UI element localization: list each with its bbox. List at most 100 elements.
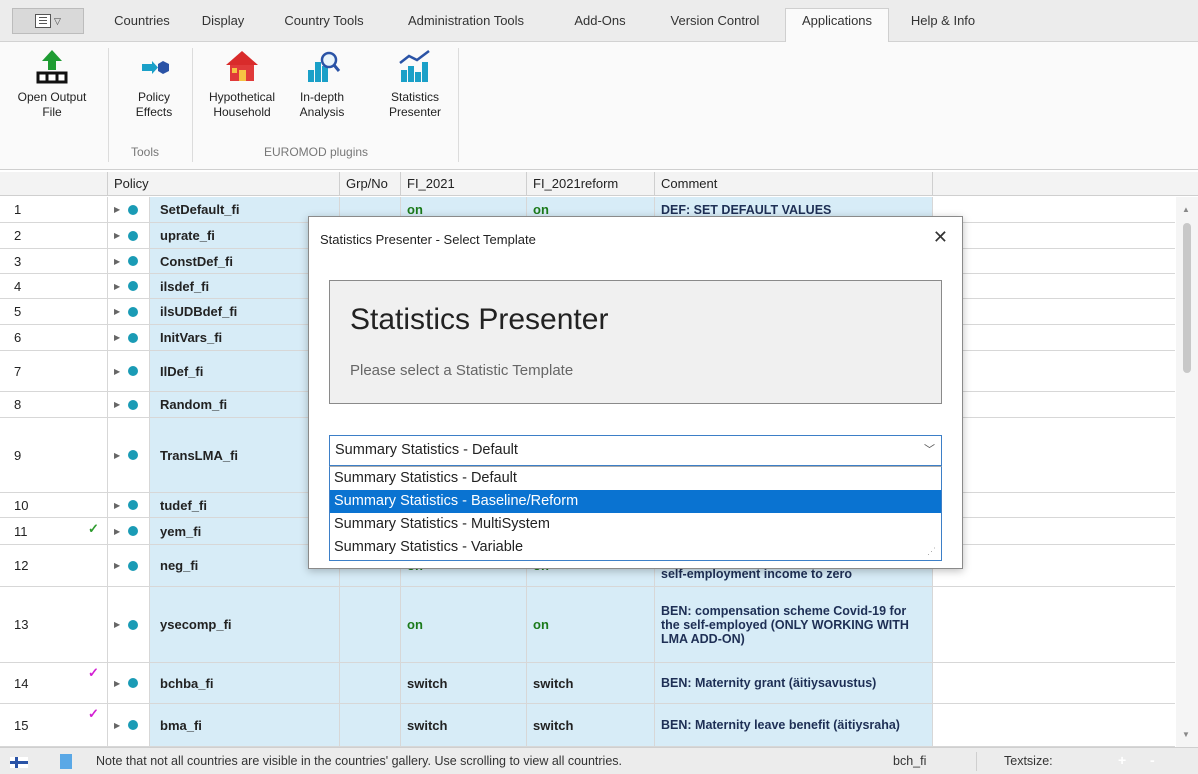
row-expander[interactable]: ▶ xyxy=(108,545,150,586)
grp-no-cell[interactable] xyxy=(340,587,401,662)
document-icon[interactable] xyxy=(60,754,72,769)
template-select-value: Summary Statistics - Default xyxy=(335,442,518,458)
row-expander[interactable]: ▶ xyxy=(108,274,150,298)
fi-2021-reform-cell[interactable]: switch xyxy=(527,663,655,703)
tab-administration-tools[interactable]: Administration Tools xyxy=(386,10,546,42)
chevron-right-icon: ▶ xyxy=(114,500,121,510)
fi-2021-cell[interactable]: switch xyxy=(401,704,527,746)
header-policy[interactable]: Policy xyxy=(108,172,340,196)
app-menu-button[interactable]: ▽ xyxy=(12,8,84,34)
template-option[interactable]: Summary Statistics - Default xyxy=(330,467,941,490)
header-row-number xyxy=(0,172,108,196)
grp-no-cell[interactable] xyxy=(340,704,401,746)
textsize-decrease-button[interactable]: - xyxy=(1150,752,1155,768)
template-option[interactable]: Summary Statistics - Baseline/Reform xyxy=(330,490,941,513)
row-expander[interactable]: ▶ xyxy=(108,325,150,350)
ribbon: Open Output File Policy Effects Tools Hy… xyxy=(0,42,1198,170)
header-grp-no[interactable]: Grp/No xyxy=(340,172,401,196)
row-expander[interactable]: ▶ xyxy=(108,493,150,517)
textsize-increase-button[interactable]: + xyxy=(1118,752,1126,768)
group-label-euromod-plugins: EUROMOD plugins xyxy=(264,145,369,159)
comment-cell[interactable]: BEN: Maternity leave benefit (äitiysraha… xyxy=(655,704,933,746)
row-expander[interactable]: ▶ xyxy=(108,351,150,391)
chevron-right-icon: ▶ xyxy=(114,366,121,376)
header-fi-2021-reform[interactable]: FI_2021reform xyxy=(527,172,655,196)
row-expander[interactable]: ▶ xyxy=(108,299,150,324)
policy-status-dot-icon xyxy=(128,332,139,343)
table-row[interactable]: 15 ✓ ▶ bma_fi switch switch BEN: Materni… xyxy=(0,704,1175,747)
table-row[interactable]: 14 ✓ ▶ bchba_fi switch switch BEN: Mater… xyxy=(0,663,1175,704)
scroll-down-icon[interactable]: ▼ xyxy=(1182,730,1190,739)
in-depth-analysis-label: In-depth Analysis xyxy=(299,90,345,119)
row-expander[interactable]: ▶ xyxy=(108,392,150,417)
finland-flag-icon[interactable] xyxy=(10,757,28,768)
row-expander[interactable]: ▶ xyxy=(108,249,150,273)
policy-name[interactable]: ysecomp_fi xyxy=(150,587,340,662)
policy-status-dot-icon xyxy=(128,230,139,241)
chevron-right-icon: ▶ xyxy=(114,256,121,266)
policy-status-dot-icon xyxy=(128,678,139,688)
vertical-scrollbar[interactable]: ▲ ▼ xyxy=(1176,197,1198,747)
chevron-down-icon[interactable]: ﹀ xyxy=(924,436,935,465)
template-select[interactable]: Summary Statistics - Default ﹀ xyxy=(329,435,942,466)
scroll-up-icon[interactable]: ▲ xyxy=(1182,205,1190,214)
chevron-right-icon: ▶ xyxy=(114,333,121,342)
policy-status-dot-icon xyxy=(128,526,139,536)
fi-2021-reform-cell[interactable]: switch xyxy=(527,704,655,746)
row-expander[interactable]: ▶ xyxy=(108,704,150,746)
resize-grip-icon[interactable]: ⋰ xyxy=(927,546,936,557)
chevron-right-icon: ▶ xyxy=(114,400,121,409)
tab-countries[interactable]: Countries xyxy=(106,10,178,42)
fi-2021-cell[interactable]: switch xyxy=(401,663,527,703)
tab-version-control[interactable]: Version Control xyxy=(656,10,774,42)
row-number: 3 xyxy=(0,249,108,273)
tab-display[interactable]: Display xyxy=(192,10,254,42)
row-expander[interactable]: ▶ xyxy=(108,197,150,222)
hypothetical-household-button[interactable]: Hypothetical Household xyxy=(198,48,286,120)
tab-applications[interactable]: Applications xyxy=(785,8,889,42)
close-icon[interactable]: ✕ xyxy=(933,227,948,248)
tab-help-info[interactable]: Help & Info xyxy=(898,10,988,42)
policy-status-dot-icon xyxy=(128,281,139,291)
policy-effects-button[interactable]: Policy Effects xyxy=(124,48,184,120)
scrollbar-thumb[interactable] xyxy=(1183,223,1191,373)
chevron-right-icon: ▶ xyxy=(114,231,121,240)
chevron-right-icon: ▶ xyxy=(114,620,121,629)
template-option[interactable]: Summary Statistics - Variable xyxy=(330,536,941,559)
tab-country-tools[interactable]: Country Tools xyxy=(276,10,372,42)
policy-status-dot-icon xyxy=(128,366,139,376)
fi-2021-cell[interactable]: on xyxy=(401,587,527,662)
chevron-right-icon: ▶ xyxy=(114,281,121,291)
check-icon: ✓ xyxy=(88,665,99,680)
row-expander[interactable]: ▶ xyxy=(108,223,150,248)
policy-effects-icon xyxy=(134,48,174,84)
row-number: 1 xyxy=(0,197,108,222)
row-number: 6 xyxy=(0,325,108,350)
template-option[interactable]: Summary Statistics - MultiSystem xyxy=(330,513,941,536)
hypothetical-household-label: Hypothetical Household xyxy=(208,90,276,119)
grp-no-cell[interactable] xyxy=(340,663,401,703)
policy-status-dot-icon xyxy=(128,204,139,215)
dialog-title: Statistics Presenter - Select Template xyxy=(320,232,536,247)
comment-cell[interactable]: BEN: Maternity grant (äitiysavustus) xyxy=(655,663,933,703)
group-separator xyxy=(458,48,459,162)
status-bar: Note that not all countries are visible … xyxy=(0,747,1198,774)
statistics-presenter-button[interactable]: Statistics Presenter xyxy=(372,48,458,120)
header-comment[interactable]: Comment xyxy=(655,172,933,196)
bar-chart-magnifier-icon xyxy=(302,48,342,84)
tab-add-ons[interactable]: Add-Ons xyxy=(562,10,638,42)
fi-2021-reform-cell[interactable]: on xyxy=(527,587,655,662)
open-output-file-button[interactable]: Open Output File xyxy=(10,48,94,120)
comment-cell[interactable]: BEN: compensation scheme Covid-19 for th… xyxy=(655,587,933,662)
row-expander[interactable]: ▶ xyxy=(108,418,150,492)
header-fi-2021[interactable]: FI_2021 xyxy=(401,172,527,196)
policy-name[interactable]: bchba_fi xyxy=(150,663,340,703)
row-number: 7 xyxy=(0,351,108,391)
row-expander[interactable]: ▶ xyxy=(108,518,150,544)
policy-name[interactable]: bma_fi xyxy=(150,704,340,746)
in-depth-analysis-button[interactable]: In-depth Analysis xyxy=(290,48,354,120)
row-expander[interactable]: ▶ xyxy=(108,663,150,703)
row-expander[interactable]: ▶ xyxy=(108,587,150,662)
table-row[interactable]: 13 ▶ ysecomp_fi on on BEN: compensation … xyxy=(0,587,1175,663)
row-number: 12 xyxy=(0,545,108,586)
